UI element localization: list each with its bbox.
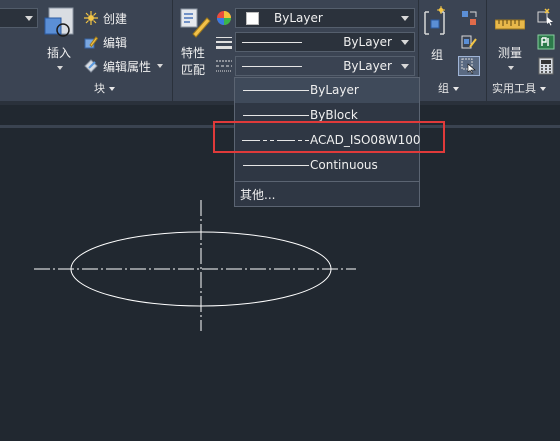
linetype-option-bylayer[interactable]: ByLayer [235, 78, 419, 103]
linetype-option-other[interactable]: 其他... [240, 186, 275, 203]
highlight-box [213, 121, 445, 153]
option-label: ByLayer [310, 83, 359, 97]
option-label: ByBlock [310, 108, 358, 122]
linetype-sample [243, 165, 309, 166]
linetype-option-continuous[interactable]: Continuous [235, 153, 419, 178]
option-label: Continuous [310, 158, 378, 172]
linetype-sample [243, 115, 309, 116]
dropdown-divider [235, 181, 419, 182]
drawing-canvas[interactable] [0, 0, 560, 441]
linetype-sample [243, 90, 309, 91]
